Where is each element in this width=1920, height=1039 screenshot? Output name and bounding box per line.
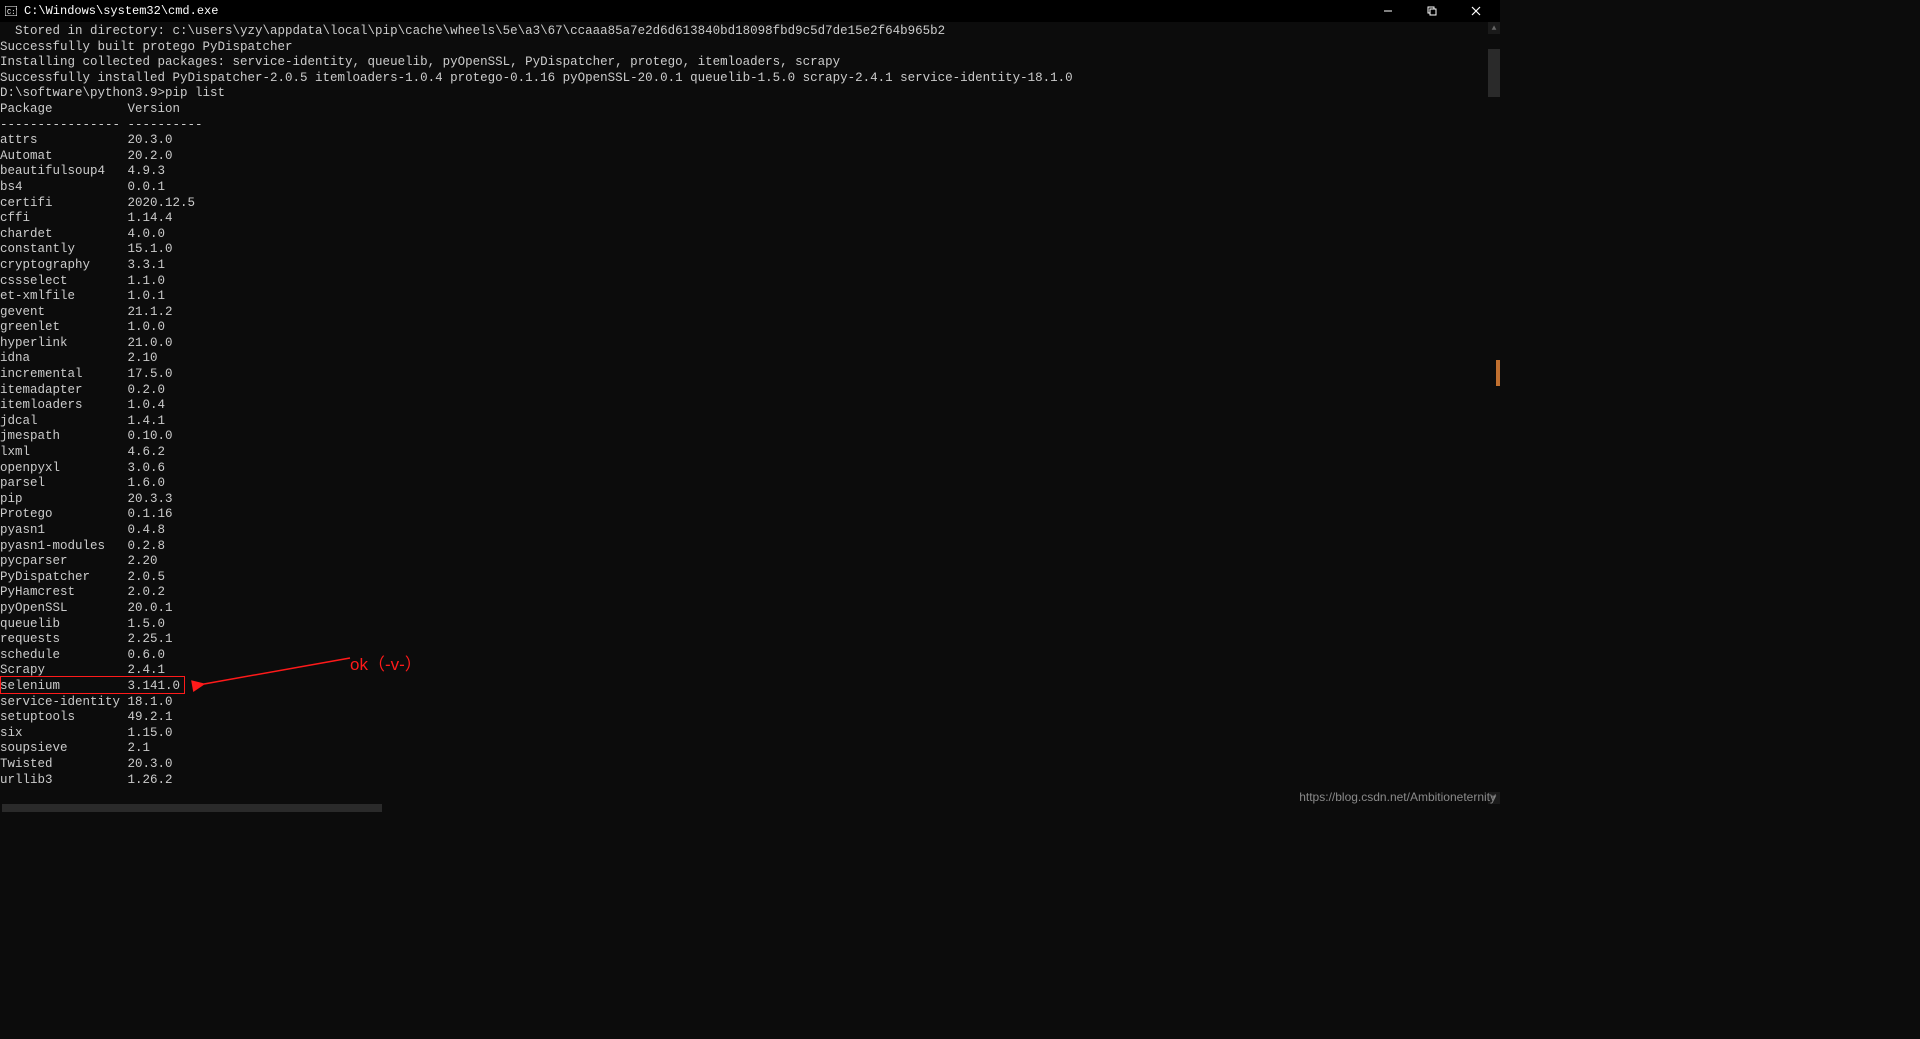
horizontal-scroll-thumb[interactable] bbox=[2, 804, 382, 812]
close-button[interactable] bbox=[1454, 0, 1498, 22]
terminal-line: requests 2.25.1 bbox=[0, 632, 1500, 648]
terminal-line: Installing collected packages: service-i… bbox=[0, 55, 1500, 71]
terminal-line: jmespath 0.10.0 bbox=[0, 429, 1500, 445]
terminal-line: queuelib 1.5.0 bbox=[0, 617, 1500, 633]
terminal-line: Automat 20.2.0 bbox=[0, 149, 1500, 165]
scroll-track[interactable] bbox=[1488, 34, 1500, 792]
terminal-line: greenlet 1.0.0 bbox=[0, 320, 1500, 336]
terminal-line: Protego 0.1.16 bbox=[0, 507, 1500, 523]
terminal-line: Scrapy 2.4.1 bbox=[0, 663, 1500, 679]
terminal-line: certifi 2020.12.5 bbox=[0, 196, 1500, 212]
cmd-icon: C:\ bbox=[4, 4, 18, 18]
terminal-line: constantly 15.1.0 bbox=[0, 242, 1500, 258]
window-title: C:\Windows\system32\cmd.exe bbox=[24, 4, 218, 18]
terminal-line: PyHamcrest 2.0.2 bbox=[0, 585, 1500, 601]
terminal-line: pyasn1 0.4.8 bbox=[0, 523, 1500, 539]
terminal-line: Successfully built protego PyDispatcher bbox=[0, 40, 1500, 56]
terminal-line: setuptools 49.2.1 bbox=[0, 710, 1500, 726]
vertical-scrollbar[interactable]: ▲ ▼ bbox=[1488, 22, 1500, 804]
terminal-line: openpyxl 3.0.6 bbox=[0, 461, 1500, 477]
terminal-line: soupsieve 2.1 bbox=[0, 741, 1500, 757]
terminal-line: jdcal 1.4.1 bbox=[0, 414, 1500, 430]
terminal-line: pip 20.3.3 bbox=[0, 492, 1500, 508]
terminal-line: Twisted 20.3.0 bbox=[0, 757, 1500, 773]
terminal-line: D:\software\python3.9>pip list bbox=[0, 86, 1500, 102]
terminal-line: pyasn1-modules 0.2.8 bbox=[0, 539, 1500, 555]
window-titlebar: C:\ C:\Windows\system32\cmd.exe bbox=[0, 0, 1500, 22]
scroll-marker bbox=[1496, 360, 1500, 386]
terminal-output[interactable]: Stored in directory: c:\users\yzy\appdat… bbox=[0, 22, 1500, 788]
terminal-line: selenium 3.141.0 bbox=[0, 679, 1500, 695]
terminal-line: urllib3 1.26.2 bbox=[0, 773, 1500, 789]
terminal-line: hyperlink 21.0.0 bbox=[0, 336, 1500, 352]
terminal-line: cryptography 3.3.1 bbox=[0, 258, 1500, 274]
terminal-line: ---------------- ---------- bbox=[0, 118, 1500, 134]
horizontal-scrollbar[interactable] bbox=[0, 804, 1488, 812]
watermark: https://blog.csdn.net/Ambitioneternity bbox=[1299, 790, 1496, 804]
terminal-line: cffi 1.14.4 bbox=[0, 211, 1500, 227]
terminal-line: chardet 4.0.0 bbox=[0, 227, 1500, 243]
terminal-line: parsel 1.6.0 bbox=[0, 476, 1500, 492]
terminal-line: incremental 17.5.0 bbox=[0, 367, 1500, 383]
terminal-line: service-identity 18.1.0 bbox=[0, 695, 1500, 711]
terminal-line: idna 2.10 bbox=[0, 351, 1500, 367]
minimize-button[interactable] bbox=[1366, 0, 1410, 22]
terminal-line: Package Version bbox=[0, 102, 1500, 118]
terminal-line: itemloaders 1.0.4 bbox=[0, 398, 1500, 414]
terminal-line: bs4 0.0.1 bbox=[0, 180, 1500, 196]
terminal-line: pyOpenSSL 20.0.1 bbox=[0, 601, 1500, 617]
terminal-line: Stored in directory: c:\users\yzy\appdat… bbox=[0, 24, 1500, 40]
terminal-line: itemadapter 0.2.0 bbox=[0, 383, 1500, 399]
terminal-line: lxml 4.6.2 bbox=[0, 445, 1500, 461]
scroll-thumb[interactable] bbox=[1488, 49, 1500, 97]
terminal-line: beautifulsoup4 4.9.3 bbox=[0, 164, 1500, 180]
terminal-line: six 1.15.0 bbox=[0, 726, 1500, 742]
terminal-line: pycparser 2.20 bbox=[0, 554, 1500, 570]
scroll-up-arrow[interactable]: ▲ bbox=[1488, 22, 1500, 34]
terminal-line: PyDispatcher 2.0.5 bbox=[0, 570, 1500, 586]
terminal-line: schedule 0.6.0 bbox=[0, 648, 1500, 664]
terminal-line: gevent 21.1.2 bbox=[0, 305, 1500, 321]
maximize-button[interactable] bbox=[1410, 0, 1454, 22]
terminal-line: cssselect 1.1.0 bbox=[0, 274, 1500, 290]
window-controls bbox=[1366, 0, 1498, 22]
terminal-line: et-xmlfile 1.0.1 bbox=[0, 289, 1500, 305]
terminal-line: attrs 20.3.0 bbox=[0, 133, 1500, 149]
svg-text:C:\: C:\ bbox=[7, 9, 17, 16]
terminal-line: Successfully installed PyDispatcher-2.0.… bbox=[0, 71, 1500, 87]
